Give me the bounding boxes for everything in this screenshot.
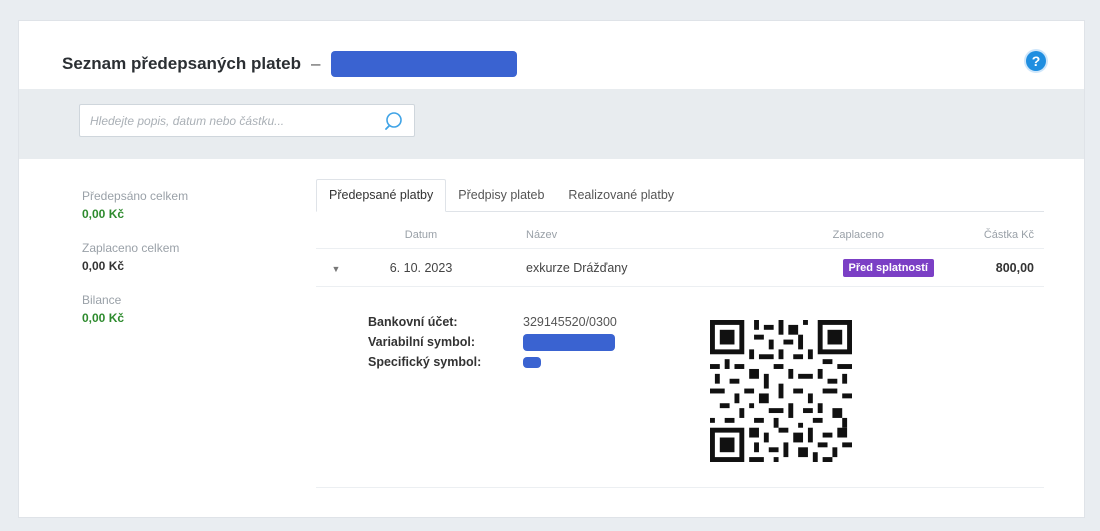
detail-variable-symbol: Variabilní symbol: bbox=[368, 332, 617, 352]
payments-table: Datum Název Zaplaceno Částka Kč ▼ 6. 10.… bbox=[316, 221, 1044, 287]
status-badge: Před splatností bbox=[842, 258, 934, 277]
detail-bank-account-value: 329145520/0300 bbox=[523, 315, 617, 329]
detail-specific-symbol: Specifický symbol: bbox=[368, 352, 617, 372]
redacted-specific-symbol bbox=[523, 356, 541, 368]
detail-variable-symbol-label: Variabilní symbol: bbox=[368, 335, 475, 349]
row-status: Před splatností bbox=[716, 258, 944, 277]
summary-paid-value: 0,00 Kč bbox=[82, 259, 125, 273]
summary-prescribed: Předepsáno celkem 0,00 Kč bbox=[82, 189, 282, 221]
detail-specific-symbol-label: Specifický symbol: bbox=[368, 355, 482, 369]
search-box bbox=[79, 104, 415, 137]
row-name: exkurze Drážďany bbox=[526, 260, 628, 275]
page-title-text: Seznam předepsaných plateb bbox=[62, 54, 302, 73]
redacted-student-name bbox=[330, 51, 517, 77]
search-bar bbox=[19, 89, 1084, 159]
payment-details: Bankovní účet: 329145520/0300 Variabilní… bbox=[316, 298, 1044, 488]
summary-paid-label: Zaplaceno celkem bbox=[82, 241, 180, 255]
page-title: Seznam předepsaných plateb – bbox=[62, 51, 517, 77]
column-header-name: Název bbox=[526, 228, 558, 241]
help-icon[interactable]: ? bbox=[1026, 51, 1046, 71]
qr-code-image bbox=[710, 320, 852, 462]
details-list: Bankovní účet: 329145520/0300 Variabilní… bbox=[368, 312, 617, 372]
tab-payment-prescriptions[interactable]: Předpisy plateb bbox=[446, 180, 556, 211]
table-row[interactable]: ▼ 6. 10. 2023 exkurze Drážďany Před spla… bbox=[316, 249, 1044, 287]
tab-realized-payments[interactable]: Realizované platby bbox=[556, 180, 686, 211]
summary-prescribed-label: Předepsáno celkem bbox=[82, 189, 189, 203]
payments-panel: Seznam předepsaných plateb – ? Předepsán… bbox=[18, 20, 1085, 518]
summary-balance: Bilance 0,00 Kč bbox=[82, 293, 282, 325]
summary-panel: Předepsáno celkem 0,00 Kč Zaplaceno celk… bbox=[82, 189, 282, 345]
summary-prescribed-value: 0,00 Kč bbox=[82, 207, 125, 221]
redacted-variable-symbol bbox=[523, 333, 615, 351]
table-header: Datum Název Zaplaceno Částka Kč bbox=[316, 221, 1044, 249]
column-header-date: Datum bbox=[404, 228, 438, 241]
column-header-amount: Částka Kč bbox=[983, 228, 1034, 241]
summary-balance-label: Bilance bbox=[82, 293, 122, 307]
row-date: 6. 10. 2023 bbox=[389, 260, 453, 275]
row-amount: 800,00 bbox=[995, 260, 1034, 275]
detail-bank-account-label: Bankovní účet: bbox=[368, 315, 458, 329]
search-icon[interactable] bbox=[380, 107, 408, 135]
summary-paid: Zaplaceno celkem 0,00 Kč bbox=[82, 241, 282, 273]
tab-prescribed-payments[interactable]: Předepsané platby bbox=[316, 179, 447, 212]
summary-balance-value: 0,00 Kč bbox=[82, 311, 125, 325]
column-header-paid: Zaplaceno bbox=[832, 228, 884, 241]
chevron-down-icon[interactable]: ▼ bbox=[316, 261, 356, 275]
tab-bar: Předepsané platby Předpisy plateb Realiz… bbox=[316, 176, 1044, 212]
detail-bank-account: Bankovní účet: 329145520/0300 bbox=[368, 312, 617, 332]
title-separator: – bbox=[311, 54, 321, 73]
search-input[interactable] bbox=[80, 105, 380, 136]
